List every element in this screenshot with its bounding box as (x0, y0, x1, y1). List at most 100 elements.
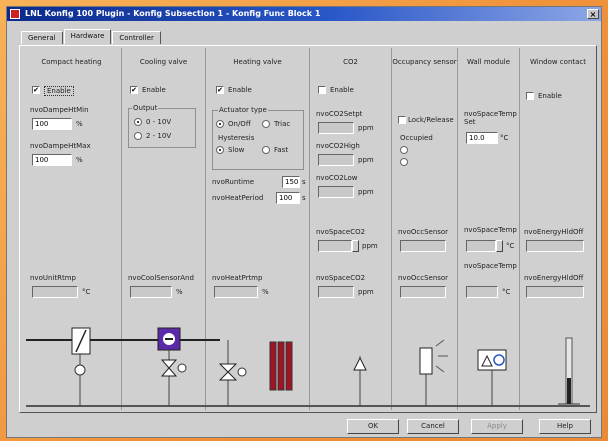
wall-module-output-field (466, 286, 498, 298)
heating-valve-output-field (214, 286, 258, 298)
tab-controller[interactable]: Controller (112, 31, 161, 44)
runtime-unit: s (302, 178, 306, 186)
co2-enable-checkbox[interactable] (318, 86, 326, 94)
actuator-onoff-radio[interactable] (216, 120, 224, 128)
tab-strip: General Hardware Controller (21, 29, 162, 45)
cooling-output-group (128, 108, 196, 148)
window-output-label: nvoEnergyHldOff (524, 274, 584, 282)
pwm-period-field[interactable]: 100 (276, 192, 300, 204)
close-button[interactable]: × (587, 9, 599, 19)
co2-setpoint-label: nvoCO2Setpt (316, 110, 363, 118)
hysteresis-label: Hysteresis (218, 134, 255, 142)
compact-heating-min-field[interactable]: 100 (32, 118, 72, 130)
wall-module-space-label: nvoSpaceTemp (464, 226, 517, 234)
co2-enable-label: Enable (330, 86, 354, 94)
co2-low-label: nvoCO2Low (316, 174, 358, 182)
pwm-period-unit: s (302, 194, 306, 202)
co2-space-spinner[interactable] (352, 240, 359, 252)
co2-low-unit: ppm (358, 188, 374, 196)
co2-title: CO2 (343, 58, 358, 66)
compact-heating-max-field[interactable]: 100 (32, 154, 72, 166)
hysteresis-fast-label: Fast (274, 146, 289, 154)
co2-setpoint-field (318, 122, 354, 134)
heating-valve-column: Heating valve ✔ Enable Actuator type On/… (206, 48, 310, 410)
cooling-valve-output-label: nvoCoolSensorAnd (128, 274, 194, 282)
occupancy-sensor-label: Occupied (400, 134, 433, 142)
cooling-output-label: Output (132, 104, 159, 112)
co2-high-field (318, 154, 354, 166)
window-enable-label: Enable (538, 92, 562, 100)
occupancy-field-label: nvoOccSensor (398, 228, 449, 236)
cooling-valve-enable-checkbox[interactable]: ✔ (130, 86, 138, 94)
wall-module-output-label: nvoSpaceTemp (464, 262, 517, 270)
tab-general[interactable]: General (21, 31, 63, 44)
dialog-button-bar: OK Cancel Apply Help (7, 419, 601, 437)
compact-heating-min-label: nvoDampeHtMin (30, 106, 89, 114)
tab-hardware[interactable]: Hardware (63, 29, 112, 44)
wall-module-space-spinner[interactable] (496, 240, 503, 252)
co2-space-unit: ppm (362, 242, 378, 250)
hysteresis-slow-radio[interactable] (216, 146, 224, 154)
co2-output-field (318, 286, 354, 298)
occupancy-column: Occupancy sensor Lock/Release Occupied n… (392, 48, 458, 410)
cooling-output-radio-0-10v[interactable] (134, 118, 142, 126)
cancel-button[interactable]: Cancel (407, 419, 459, 434)
cooling-output-radio-2-10v-label: 2 - 10V (146, 132, 172, 140)
co2-column: CO2 Enable nvoCO2Setpt ppm nvoCO2High pp… (310, 48, 392, 410)
apply-button[interactable]: Apply (471, 419, 523, 434)
co2-low-field (318, 186, 354, 198)
occupancy-lock-checkbox[interactable] (398, 116, 406, 124)
wall-module-space-field (466, 240, 496, 252)
hardware-panel: Compact heating ✔ Enable nvoDampeHtMin 1… (19, 45, 597, 413)
window-field-label: nvoEnergyHldOff (524, 228, 584, 236)
cooling-output-radio-2-10v[interactable] (134, 132, 142, 140)
heating-valve-enable-checkbox[interactable]: ✔ (216, 86, 224, 94)
hysteresis-fast-radio[interactable] (262, 146, 270, 154)
window-contact-title: Window contact (529, 58, 587, 66)
heating-valve-title: Heating valve (233, 58, 282, 66)
cooling-valve-title: Cooling valve (139, 58, 188, 66)
title-bar[interactable]: LNL Konfig 100 Plugin - Konfig Subsectio… (7, 7, 601, 21)
compact-heating-output-unit: °C (82, 288, 91, 296)
compact-heating-title: Compact heating (41, 58, 102, 66)
pwm-period-label: nvoHeatPeriod (212, 194, 264, 202)
occupancy-radio-1[interactable] (400, 146, 408, 154)
wall-module-output-unit: °C (502, 288, 511, 296)
actuator-triac-label: Triac (274, 120, 291, 128)
actuator-type-label: Actuator type (218, 106, 268, 114)
compact-heating-max-unit: % (76, 156, 83, 164)
co2-output-unit: ppm (358, 288, 374, 296)
co2-space-label: nvoSpaceCO2 (316, 228, 366, 236)
cooling-valve-column: Cooling valve ✔ Enable Output 0 - 10V 2 … (122, 48, 206, 410)
occupancy-output-label: nvoOccSensor (398, 274, 449, 282)
cooling-valve-output-field (130, 286, 172, 298)
dialog-window: LNL Konfig 100 Plugin - Konfig Subsectio… (6, 6, 602, 438)
cooling-output-radio-0-10v-label: 0 - 10V (146, 118, 172, 126)
wall-module-column: Wall module nvoSpaceTemp Set 10.0 °C nvo… (458, 48, 520, 410)
app-icon (10, 9, 20, 19)
compact-heating-enable-checkbox[interactable]: ✔ (32, 86, 40, 94)
ok-button[interactable]: OK (347, 419, 399, 434)
runtime-field[interactable]: 150 (282, 176, 300, 188)
window-enable-checkbox[interactable] (526, 92, 534, 100)
actuator-onoff-label: On/Off (228, 120, 251, 128)
hysteresis-slow-label: Slow (228, 146, 245, 154)
occupancy-title: Occupancy sensor (392, 58, 457, 66)
heating-valve-output-label: nvoHeatPrtmp (212, 274, 263, 282)
occupancy-lock-label: Lock/Release (408, 116, 454, 124)
heating-valve-output-unit: % (262, 288, 269, 296)
wall-module-title: Wall module (466, 58, 511, 66)
occupancy-field (400, 240, 446, 252)
heating-valve-enable-label: Enable (228, 86, 252, 94)
compact-heating-min-unit: % (76, 120, 83, 128)
actuator-triac-radio[interactable] (262, 120, 270, 128)
help-button[interactable]: Help (539, 419, 591, 434)
co2-setpoint-unit: ppm (358, 124, 374, 132)
window-contact-column: Window contact Enable nvoEnergyHldOff nv… (520, 48, 596, 410)
window-title: LNL Konfig 100 Plugin - Konfig Subsectio… (25, 9, 321, 18)
occupancy-radio-2[interactable] (400, 158, 408, 166)
wall-module-setpoint-field[interactable]: 10.0 (466, 132, 498, 144)
cooling-valve-output-unit: % (176, 288, 183, 296)
compact-heating-enable-label: Enable (44, 86, 74, 96)
wall-module-setpoint-label: nvoSpaceTemp Set (464, 110, 517, 126)
